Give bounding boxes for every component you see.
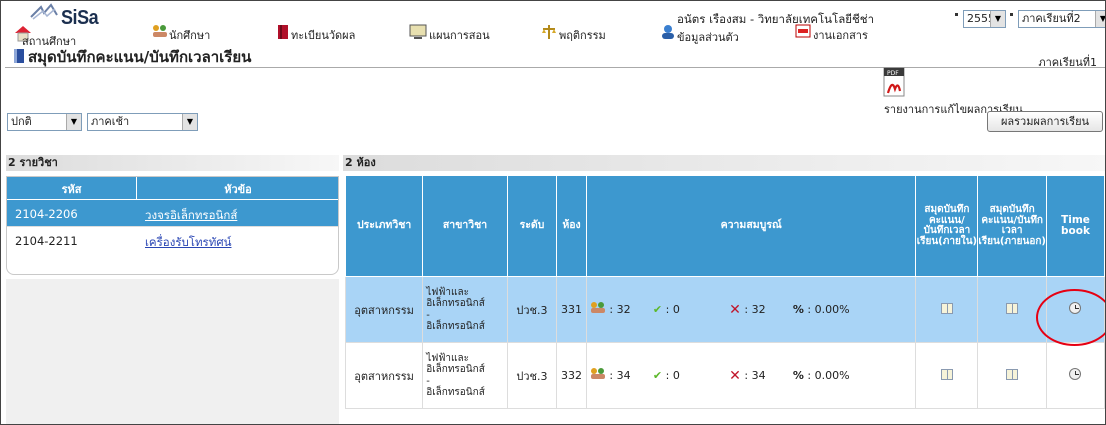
check-icon: ✔ — [652, 303, 663, 316]
separator-dot — [1010, 13, 1013, 16]
current-term-label: ภาคเรียนที่1 — [1038, 56, 1097, 69]
col-level: ระดับ — [506, 175, 558, 277]
menu-item-teaching-plan[interactable]: แผนการสอน — [409, 22, 519, 46]
col-completeness: ความสมบูรณ์ — [585, 175, 917, 277]
completeness-cell: : 32 ✔ : 0 ✕ : 32 % : 0.00% — [585, 276, 917, 343]
check-icon: ✔ — [652, 369, 663, 382]
subjects-panel: รหัส หัวข้อ 2104-2206 วงจรอิเล็กทรอนิกส์… — [6, 176, 339, 275]
col-book-internal: สมุดบันทึกคะแนน/บันทึกเวลาเรียน(ภายใน) — [915, 175, 979, 277]
clock-icon[interactable] — [1069, 368, 1082, 380]
menu-item-school[interactable]: สถานศึกษา — [14, 22, 124, 48]
table-row[interactable]: อุตสาหกรรม ไฟฟ้าและ อิเล็กทรอนิกส์ - อิเล็ก… — [344, 276, 1105, 343]
highlight-circle — [1036, 289, 1105, 346]
cross-icon: ✕ — [729, 367, 741, 384]
left-panel-background — [6, 279, 339, 424]
col-branch: สาขาวิชา — [422, 175, 508, 277]
book-icon[interactable] — [1006, 368, 1019, 380]
svg-text:PDF: PDF — [887, 70, 899, 77]
sisa-logo-icon — [30, 3, 58, 20]
col-time-book: Time book — [1045, 175, 1105, 277]
col-book-external: สมุดบันทึกคะแนน/บันทึกเวลาเรียน(ภายนอก) — [977, 175, 1047, 277]
level-select[interactable]: ปกติ ▼ — [7, 113, 82, 131]
scale-icon — [542, 25, 556, 39]
table-row[interactable]: อุตสาหกรรม ไฟฟ้าและ อิเล็กทรอนิกส์ - อิเล็ก… — [344, 342, 1105, 409]
chevron-down-icon[interactable]: ▼ — [182, 114, 197, 130]
subject-link[interactable]: เครื่องรับโทรทัศน์ — [145, 234, 231, 252]
main-menu: สถานศึกษา นักศึกษา ทะเบียนวัดผล แผนการสอ… — [1, 22, 1105, 48]
book-icon[interactable] — [940, 302, 953, 314]
list-item[interactable]: 2104-2206 วงจรอิเล็กทรอนิกส์ — [7, 199, 338, 226]
book-icon[interactable] — [1006, 302, 1019, 314]
person-icon — [662, 25, 674, 39]
document-icon — [795, 24, 811, 38]
page-title-icon — [14, 49, 24, 63]
rooms-table: ประเภทวิชา สาขาวิชา ระดับ ห้อง ความสมบูร… — [344, 175, 1105, 409]
rooms-count: 2 ห้อง — [343, 155, 1105, 171]
cross-icon: ✕ — [729, 301, 741, 318]
pdf-icon[interactable]: PDF — [883, 67, 905, 97]
separator-dot — [955, 13, 958, 16]
students-icon — [153, 25, 167, 37]
col-code: รหัส — [61, 183, 82, 196]
summary-button[interactable]: ผลรวมผลการเรียน — [987, 111, 1103, 132]
page-title: สมุดบันทึกคะแนน/บันทึกเวลาเรียน — [28, 48, 252, 66]
menu-item-behavior[interactable]: พฤติกรรม — [541, 22, 641, 46]
subjects-count: 2 รายวิชา — [6, 155, 339, 171]
students-icon — [590, 368, 606, 383]
subject-link[interactable]: วงจรอิเล็กทรอนิกส์ — [145, 207, 237, 225]
students-icon — [590, 302, 606, 317]
divider — [5, 67, 1105, 68]
monitor-icon — [409, 24, 427, 39]
menu-item-documents[interactable]: งานเอกสาร — [795, 22, 905, 46]
list-item[interactable]: 2104-2211 เครื่องรับโทรทัศน์ — [7, 226, 338, 253]
menu-item-students[interactable]: นักศึกษา — [151, 22, 241, 46]
col-type: ประเภทวิชา — [344, 175, 424, 277]
col-topic: หัวข้อ — [224, 183, 252, 196]
session-select[interactable]: ภาคเช้า ▼ — [87, 113, 198, 131]
app-window: SiSa อนัตร เรืองสม - วิทยาลัยเทคโนโลยีชี… — [0, 0, 1106, 425]
menu-item-registration[interactable]: ทะเบียนวัดผล — [277, 22, 387, 46]
completeness-cell: : 34 ✔ : 0 ✕ : 34 % : 0.00% — [585, 342, 917, 409]
col-room: ห้อง — [556, 175, 587, 277]
menu-item-profile[interactable]: ข้อมูลส่วนตัว — [659, 22, 769, 46]
chevron-down-icon[interactable]: ▼ — [66, 114, 81, 130]
book-icon — [278, 25, 288, 39]
book-icon[interactable] — [940, 368, 953, 380]
